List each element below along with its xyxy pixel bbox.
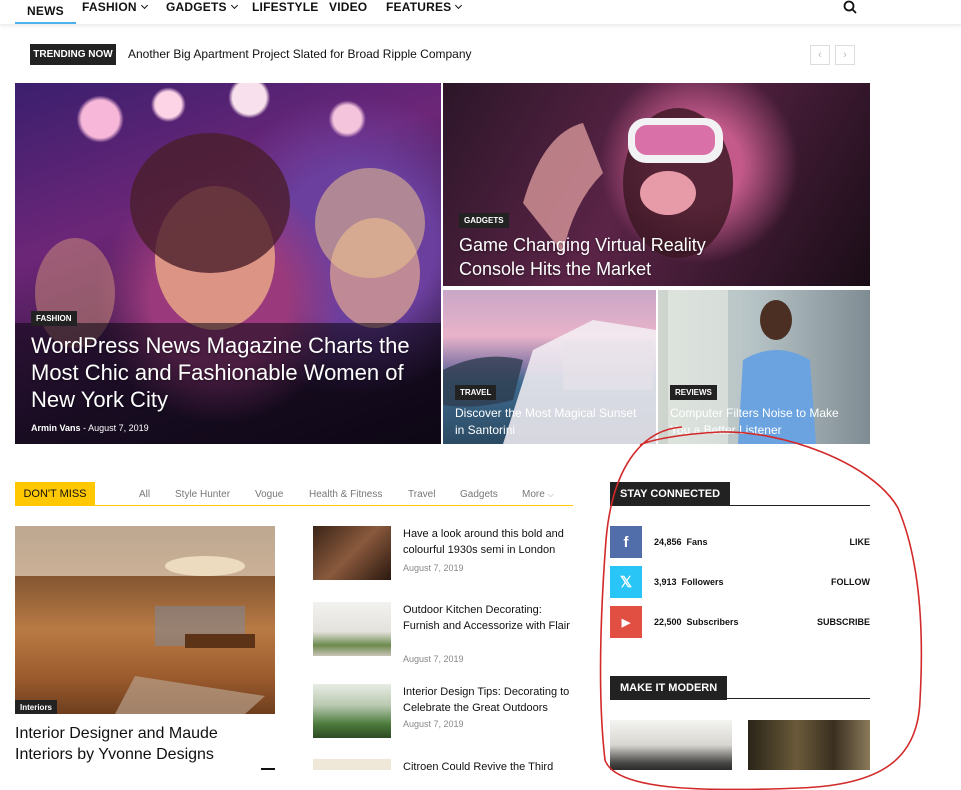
modern-kitchen-thumbnail[interactable] [610, 720, 732, 770]
post-date: August 7, 2019 [88, 423, 149, 433]
make-it-modern-tag: MAKE IT MODERN [610, 676, 728, 700]
featured-main-article[interactable]: FASHION WordPress News Magazine Charts t… [15, 83, 441, 444]
category-badge[interactable]: GADGETS [459, 213, 509, 228]
social-label: Subscribers [686, 617, 739, 627]
list-item-title[interactable]: Outdoor Kitchen Decorating: Furnish and … [403, 602, 573, 634]
chevron-down-icon [140, 1, 148, 10]
subscribe-button[interactable]: SUBSCRIBE [817, 617, 870, 627]
dont-miss-lead-image[interactable]: Interiors [15, 526, 275, 714]
trending-next-button[interactable]: › [835, 45, 855, 65]
nav-item-gadgets[interactable]: GADGETS [166, 0, 238, 14]
nav-label: VIDEO [329, 0, 368, 14]
facebook-icon[interactable]: f [610, 526, 642, 558]
category-badge[interactable]: TRAVEL [455, 385, 497, 400]
chevron-left-icon: ‹ [818, 49, 822, 61]
social-count: 3,913 [654, 577, 677, 587]
trending-prev-button[interactable]: ‹ [810, 45, 830, 65]
chevron-down-icon [455, 1, 463, 10]
list-item-date: August 7, 2019 [403, 563, 464, 573]
featured-travel-article[interactable]: TRAVEL Discover the Most Magical Sunset … [443, 290, 656, 444]
decorative-dash [261, 768, 275, 770]
main-navigation: NEWS FASHION GADGETS LIFESTYLE VIDEO FEA… [0, 0, 961, 25]
x-icon[interactable]: 𝕏 [610, 566, 642, 598]
featured-reviews-content: REVIEWS Computer Filters Noise to Make Y… [670, 382, 860, 439]
chevron-down-icon: ⌵ [547, 490, 554, 499]
nav-item-features[interactable]: FEATURES [386, 0, 463, 14]
list-item-title[interactable]: Have a look around this bold and colourf… [403, 526, 573, 558]
nav-label: GADGETS [166, 0, 227, 14]
trending-now-tag: TRENDING NOW [30, 44, 116, 65]
featured-reviews-article[interactable]: REVIEWS Computer Filters Noise to Make Y… [658, 290, 870, 444]
author-name[interactable]: Armin Vans [31, 423, 81, 433]
social-label: Fans [686, 537, 708, 547]
tab-travel[interactable]: Travel [408, 489, 435, 500]
list-item-title[interactable]: Citroen Could Revive the Third [403, 759, 573, 770]
list-item-thumbnail[interactable] [313, 684, 391, 738]
nav-label: FASHION [82, 0, 137, 14]
tab-gadgets[interactable]: Gadgets [460, 489, 498, 500]
category-badge[interactable]: REVIEWS [670, 385, 717, 400]
nav-item-fashion[interactable]: FASHION [82, 0, 148, 14]
meta-separator: - [83, 423, 87, 433]
dont-miss-tag: DON'T MISS [15, 482, 95, 506]
list-item-title[interactable]: Interior Design Tips: Decorating to Cele… [403, 684, 573, 716]
youtube-icon[interactable]: ▶ [610, 606, 642, 638]
featured-main-content: FASHION WordPress News Magazine Charts t… [31, 308, 411, 433]
nav-item-news[interactable]: NEWS [15, 0, 76, 24]
social-count: 22,500 [654, 617, 682, 627]
nav-item-lifestyle[interactable]: LIFESTYLE [252, 0, 318, 14]
featured-reviews-title[interactable]: Computer Filters Noise to Make You a Bet… [670, 405, 860, 439]
follow-button[interactable]: FOLLOW [831, 577, 870, 587]
stay-connected-tag: STAY CONNECTED [610, 482, 731, 506]
featured-main-meta: Armin Vans - August 7, 2019 [31, 423, 411, 433]
chevron-down-icon [230, 1, 238, 10]
tab-style-hunter[interactable]: Style Hunter [175, 489, 230, 500]
like-button[interactable]: LIKE [849, 537, 870, 547]
list-item-thumbnail[interactable] [313, 526, 391, 580]
featured-main-title[interactable]: WordPress News Magazine Charts the Most … [31, 332, 411, 413]
featured-gadgets-content: GADGETS Game Changing Virtual Reality Co… [459, 210, 759, 281]
list-item-date: August 7, 2019 [403, 719, 464, 729]
tab-more-label: More [522, 489, 545, 500]
nav-label: LIFESTYLE [252, 0, 319, 14]
nav-item-video[interactable]: VIDEO [329, 0, 367, 14]
list-item-thumbnail[interactable] [313, 759, 391, 770]
tab-more[interactable]: More ⌵ [522, 489, 554, 500]
list-item-thumbnail[interactable] [313, 602, 391, 656]
list-item-date: August 7, 2019 [403, 654, 464, 664]
stay-connected-divider [610, 505, 870, 506]
dont-miss-divider [15, 505, 573, 506]
tab-health-fitness[interactable]: Health & Fitness [309, 489, 382, 500]
tab-all[interactable]: All [139, 489, 150, 500]
social-row-x: 𝕏 3,913 Followers FOLLOW [610, 566, 870, 598]
tab-vogue[interactable]: Vogue [255, 489, 283, 500]
social-row-youtube: ▶ 22,500 Subscribers SUBSCRIBE [610, 606, 870, 638]
featured-gadgets-article[interactable]: GADGETS Game Changing Virtual Reality Co… [443, 83, 870, 286]
featured-travel-content: TRAVEL Discover the Most Magical Sunset … [455, 382, 645, 439]
interior-room-image [15, 526, 275, 714]
trending-headline[interactable]: Another Big Apartment Project Slated for… [128, 47, 472, 61]
category-badge[interactable]: Interiors [15, 700, 58, 714]
category-badge[interactable]: FASHION [31, 311, 77, 326]
search-icon[interactable] [843, 0, 857, 14]
nav-label: NEWS [27, 4, 64, 18]
social-count: 24,856 [654, 537, 682, 547]
social-label: Followers [681, 577, 724, 587]
social-row-facebook: f 24,856 Fans LIKE [610, 526, 870, 558]
featured-travel-title[interactable]: Discover the Most Magical Sunset in Sant… [455, 405, 645, 439]
make-it-modern-divider [610, 698, 870, 699]
dont-miss-lead-title[interactable]: Interior Designer and Maude Interiors by… [15, 723, 275, 765]
nav-label: FEATURES [386, 0, 452, 14]
featured-gadgets-title[interactable]: Game Changing Virtual Reality Console Hi… [459, 233, 759, 281]
modern-interior-thumbnail[interactable] [748, 720, 870, 770]
chevron-right-icon: › [843, 49, 847, 61]
